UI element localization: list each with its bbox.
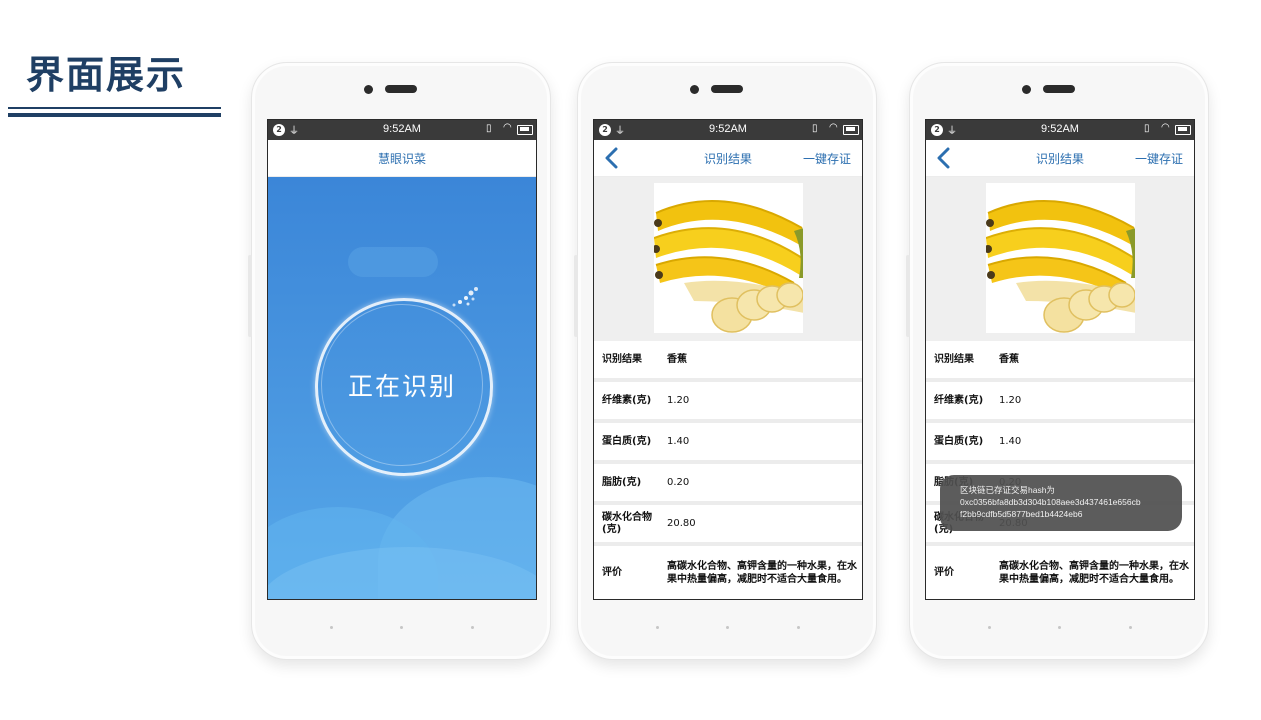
earpiece-speaker — [711, 85, 743, 93]
app-title: 慧眼识菜 — [377, 152, 426, 166]
banana-photo — [654, 183, 803, 333]
status-bar: 2 ⏚ 9:52AM ▯ ◠ — [268, 120, 536, 140]
banana-illustration — [986, 200, 1135, 333]
banana-illustration — [654, 200, 803, 333]
row-label: 脂肪(克) — [602, 476, 642, 488]
wifi-icon: ◠ — [503, 122, 512, 133]
row-value: 香蕉 — [667, 354, 687, 365]
phone-scanning: 2 ⏚ 9:52AM ▯ ◠ 慧眼识菜 正在识别 — [248, 62, 551, 660]
save-evidence-button[interactable]: 一键存证 — [803, 150, 851, 167]
row-value: 1.40 — [667, 436, 690, 447]
toast-message: 区块链已存证交易hash为 — [960, 485, 1055, 495]
nav-home-dot[interactable] — [400, 626, 403, 629]
nav-menu-dot[interactable] — [656, 626, 659, 629]
row-label: 蛋白质(克) — [934, 435, 984, 447]
list-item: 脂肪(克) 0.20 — [594, 464, 862, 505]
nav-menu-dot[interactable] — [988, 626, 991, 629]
nav-back-dot[interactable] — [1129, 626, 1132, 629]
row-label: 蛋白质(克) — [602, 435, 652, 447]
save-evidence-button[interactable]: 一键存证 — [1135, 150, 1183, 167]
list-item: 评价 高碳水化合物、高钾含量的一种水果，在水果中热量偏高，减肥时不适合大量食用。 — [926, 546, 1194, 599]
nav-home-dot[interactable] — [1058, 626, 1061, 629]
row-value: 20.80 — [667, 518, 696, 529]
vibrate-icon: ▯ — [486, 123, 492, 134]
blockchain-hash-toast: 区块链已存证交易hash为 0xc0356bfa8db3d304b108aee3… — [940, 475, 1182, 531]
slide-title: 界面展示 — [26, 52, 187, 97]
image-area — [594, 177, 862, 341]
wifi-icon: ◠ — [829, 122, 838, 133]
toast-hash-part1: 0xc0356bfa8db3d304b108aee3d437461e656cb — [960, 497, 1141, 507]
row-value: 高碳水化合物、高钾含量的一种水果，在水果中热量偏高，减肥时不适合大量食用。 — [999, 561, 1189, 585]
title-underline-thin — [8, 107, 221, 109]
nutrition-list: 识别结果 香蕉 纤维素(克) 1.20 蛋白质(克) 1.40 脂肪(克) 0.… — [594, 341, 862, 599]
row-value: 高碳水化合物、高钾含量的一种水果，在水果中热量偏高，减肥时不适合大量食用。 — [667, 561, 857, 585]
cloud-decoration — [348, 247, 438, 277]
list-item: 评价 高碳水化合物、高钾含量的一种水果，在水果中热量偏高，减肥时不适合大量食用。 — [594, 546, 862, 599]
phone-side-button — [574, 255, 578, 337]
screen: 2 ⏚ 9:52AM ▯ ◠ 识别结果 一键存证 识别结果 香蕉 纤维素(克) … — [925, 119, 1195, 600]
screen: 2 ⏚ 9:52AM ▯ ◠ 识别结果 一键存证 识别结果 香蕉 纤维素(克) … — [593, 119, 863, 600]
screen: 2 ⏚ 9:52AM ▯ ◠ 慧眼识菜 正在识别 — [267, 119, 537, 600]
title-underline-thick — [8, 113, 221, 117]
status-time: 9:52AM — [709, 123, 747, 135]
vibrate-icon: ▯ — [1144, 123, 1150, 134]
status-time: 9:52AM — [383, 123, 421, 135]
earpiece-speaker — [1043, 85, 1075, 93]
row-label: 纤维素(克) — [602, 394, 652, 406]
battery-icon — [517, 125, 533, 135]
nav-home-dot[interactable] — [726, 626, 729, 629]
phone-result: 2 ⏚ 9:52AM ▯ ◠ 识别结果 一键存证 识别结果 香蕉 纤维素(克) … — [574, 62, 877, 660]
banana-photo — [986, 183, 1135, 333]
row-value: 1.40 — [999, 436, 1022, 447]
sparkle-icon — [452, 287, 478, 307]
nav-back-dot[interactable] — [471, 626, 474, 629]
image-area — [926, 177, 1194, 341]
row-value: 香蕉 — [999, 354, 1019, 365]
front-camera — [364, 85, 373, 94]
row-label: 评价 — [934, 567, 954, 578]
nutrition-list: 识别结果 香蕉 纤维素(克) 1.20 蛋白质(克) 1.40 脂肪(克) 0.… — [926, 341, 1194, 599]
nav-menu-dot[interactable] — [330, 626, 333, 629]
row-value: 1.20 — [667, 395, 690, 406]
status-bar: 2 ⏚ 9:52AM ▯ ◠ — [594, 120, 862, 140]
list-item: 蛋白质(克) 1.40 — [594, 423, 862, 464]
toast-hash-part2: f2bb9cdfb5d5877bed1b4424eb6 — [960, 509, 1083, 519]
status-time: 9:52AM — [1041, 123, 1079, 135]
phone-side-button — [248, 255, 252, 337]
front-camera — [1022, 85, 1031, 94]
list-item: 纤维素(克) 1.20 — [594, 382, 862, 423]
row-label: 评价 — [602, 567, 622, 578]
list-item: 蛋白质(克) 1.40 — [926, 423, 1194, 464]
earpiece-speaker — [385, 85, 417, 93]
list-item: 识别结果 香蕉 — [926, 341, 1194, 382]
app-bar: 识别结果 一键存证 — [594, 140, 862, 177]
list-item: 碳水化合物(克) 20.80 — [594, 505, 862, 546]
row-label: 识别结果 — [602, 353, 642, 365]
front-camera — [690, 85, 699, 94]
app-bar: 识别结果 一键存证 — [926, 140, 1194, 177]
phone-result-saved: 2 ⏚ 9:52AM ▯ ◠ 识别结果 一键存证 识别结果 香蕉 纤维素(克) … — [906, 62, 1209, 660]
row-label: 识别结果 — [934, 353, 974, 365]
list-item: 纤维素(克) 1.20 — [926, 382, 1194, 423]
row-value: 1.20 — [999, 395, 1022, 406]
list-item: 识别结果 香蕉 — [594, 341, 862, 382]
wifi-icon: ◠ — [1161, 122, 1170, 133]
battery-icon — [1175, 125, 1191, 135]
row-value: 0.20 — [667, 477, 690, 488]
scan-background: 正在识别 — [268, 177, 536, 599]
row-label: 纤维素(克) — [934, 394, 984, 406]
row-label: 碳水化合物(克) — [602, 511, 652, 535]
nav-back-dot[interactable] — [797, 626, 800, 629]
phone-side-button — [906, 255, 910, 337]
battery-icon — [843, 125, 859, 135]
app-bar: 慧眼识菜 — [268, 140, 536, 177]
vibrate-icon: ▯ — [812, 123, 818, 134]
scanning-label: 正在识别 — [347, 372, 456, 401]
status-bar: 2 ⏚ 9:52AM ▯ ◠ — [926, 120, 1194, 140]
